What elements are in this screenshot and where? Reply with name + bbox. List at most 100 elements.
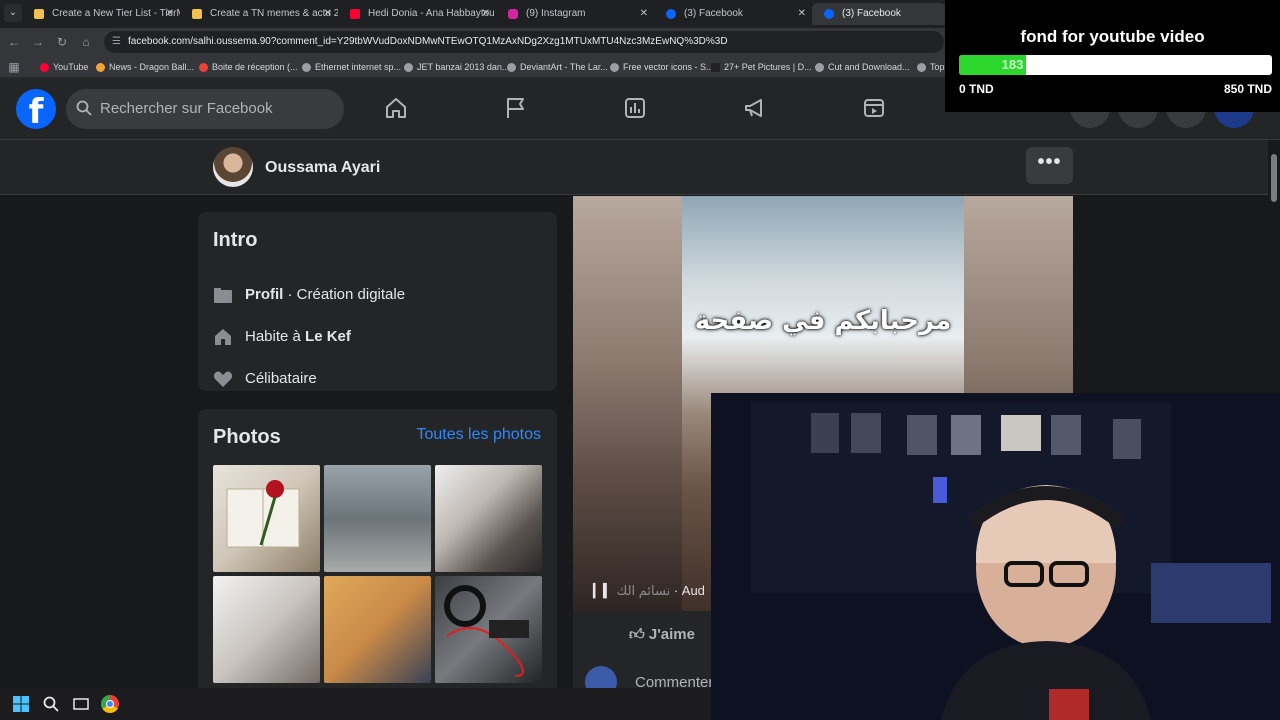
- bookmark-label: DeviantArt - The Lar...: [520, 62, 608, 72]
- photo-thumb-car-interior[interactable]: [435, 576, 542, 683]
- megaphone-icon[interactable]: [743, 96, 767, 120]
- globe-icon: [507, 63, 516, 72]
- close-tab-icon[interactable]: ✕: [798, 3, 806, 25]
- tab-title: Hedi Donia - Ana Habbaytou |: [368, 8, 496, 19]
- search-icon: [76, 100, 94, 118]
- apps-grid-icon[interactable]: ▦: [6, 59, 22, 75]
- photo-thumb-quran-rose[interactable]: [213, 465, 320, 572]
- intro-row-relationship: Célibataire: [213, 367, 317, 391]
- bookmark-label: Top: [930, 62, 945, 72]
- facebook-search-input[interactable]: Rechercher sur Facebook: [66, 89, 344, 129]
- task-view-icon[interactable]: [73, 696, 89, 712]
- back-arrow-icon[interactable]: ←: [6, 34, 22, 50]
- browser-tab[interactable]: (9) Instagram ✕: [496, 3, 654, 25]
- audio-label[interactable]: ▎▍ نسائم الك · Aud: [593, 583, 705, 599]
- tab-title: (9) Instagram: [526, 8, 586, 19]
- audio-title-faded: نسائم الك: [616, 583, 671, 598]
- intro-row-location: Habite à Le Kef: [213, 325, 351, 349]
- photo-thumb-hand[interactable]: [435, 465, 542, 572]
- bookmark-label: Free vector icons - S...: [623, 62, 714, 72]
- video-icon[interactable]: [862, 96, 886, 120]
- goal-current-value: 183: [1001, 57, 1024, 72]
- browser-tab[interactable]: Create a New Tier List - TierMa ✕: [22, 3, 180, 25]
- close-tab-icon[interactable]: ✕: [166, 3, 174, 25]
- bookmark-label: Ethernet internet sp...: [315, 62, 402, 72]
- close-tab-icon[interactable]: ✕: [482, 3, 490, 25]
- chrome-icon[interactable]: [101, 695, 119, 713]
- youtube-icon: [40, 63, 49, 72]
- windows-start-icon[interactable]: [13, 696, 29, 712]
- instagram-favicon-icon: [508, 9, 518, 19]
- home-icon[interactable]: [384, 96, 408, 120]
- bookmark-item[interactable]: Top: [917, 59, 945, 75]
- audio-wave-icon: ▎▍: [593, 583, 613, 598]
- heart-icon: [213, 369, 233, 389]
- bookmark-item[interactable]: 27+ Pet Pictures | D...: [711, 59, 812, 75]
- tab-title: Create a New Tier List - TierMa: [52, 8, 180, 19]
- tierlist-favicon-icon: [34, 9, 44, 19]
- close-tab-icon[interactable]: ✕: [324, 3, 332, 25]
- goal-max-label: 850 TND: [1223, 82, 1272, 96]
- forward-arrow-icon[interactable]: →: [30, 34, 46, 50]
- browser-tab[interactable]: Create a TN memes & actu 202 ✕: [180, 3, 338, 25]
- tab-title: (3) Facebook: [684, 8, 743, 19]
- browser-tab[interactable]: Hedi Donia - Ana Habbaytou | ✕: [338, 3, 496, 25]
- intro-title: Intro: [213, 229, 258, 251]
- profile-name[interactable]: Oussama Ayari: [265, 140, 380, 195]
- globe-icon: [610, 63, 619, 72]
- photo-thumb-blur[interactable]: [213, 576, 320, 683]
- address-bar[interactable]: ☰ facebook.com/salhi.oussema.90?comment_…: [104, 31, 944, 53]
- bookmark-label: Cut and Download...: [828, 62, 910, 72]
- more-options-button[interactable]: •••: [1026, 147, 1073, 184]
- screen: ⌄ Create a New Tier List - TierMa ✕ Crea…: [0, 0, 1280, 720]
- flag-icon[interactable]: [504, 96, 528, 120]
- globe-icon: [302, 63, 311, 72]
- thumbs-up-icon: 👍︎: [629, 626, 645, 643]
- donation-goal-overlay: fond for youtube video 183 0 TND 850 TND: [945, 0, 1280, 112]
- tab-search-chevron-icon[interactable]: ⌄: [4, 4, 22, 22]
- all-photos-link[interactable]: Toutes les photos: [416, 426, 541, 444]
- photo-thumb-car[interactable]: [324, 465, 431, 572]
- profile-avatar[interactable]: [213, 147, 253, 187]
- scrollbar-thumb[interactable]: [1271, 154, 1277, 202]
- windows-taskbar: [0, 688, 711, 720]
- search-placeholder: Rechercher sur Facebook: [100, 100, 273, 117]
- bookmark-item[interactable]: Free vector icons - S...: [610, 59, 714, 75]
- like-label: J'aime: [648, 626, 695, 643]
- tab-title: Create a TN memes & actu 202: [210, 8, 338, 19]
- chart-icon[interactable]: [623, 96, 647, 120]
- bookmark-item[interactable]: DeviantArt - The Lar...: [507, 59, 608, 75]
- like-button[interactable]: 👍︎ J'aime: [629, 626, 695, 644]
- intro-location-city[interactable]: Le Kef: [305, 328, 351, 345]
- bookmark-label: 27+ Pet Pictures | D...: [724, 62, 812, 72]
- pet-icon: [711, 63, 720, 72]
- search-icon[interactable]: [43, 696, 59, 712]
- bookmark-label: Boite de réception (...: [212, 62, 298, 72]
- bookmark-item[interactable]: YouTube: [40, 59, 88, 75]
- close-tab-icon[interactable]: ✕: [640, 3, 648, 25]
- bookmark-item[interactable]: JET banzai 2013 dan...: [404, 59, 509, 75]
- reload-icon[interactable]: ↻: [54, 34, 70, 50]
- goal-title: fond for youtube video: [1020, 27, 1205, 46]
- browser-tab-active[interactable]: (3) Facebook: [812, 3, 946, 25]
- site-info-icon[interactable]: ☰: [112, 36, 123, 47]
- facebook-logo[interactable]: f: [16, 89, 56, 129]
- intro-row-profile: Profil · Création digitale: [213, 283, 405, 307]
- browser-tab[interactable]: (3) Facebook ✕: [654, 3, 812, 25]
- globe-icon: [917, 63, 926, 72]
- intro-profile-category: · Création digitale: [283, 286, 406, 303]
- photo-thumb-arm[interactable]: [324, 576, 431, 683]
- chrome-icon-center: [106, 700, 114, 708]
- goal-progress-fill: 183: [959, 55, 1027, 75]
- home-icon[interactable]: ⌂: [78, 34, 94, 50]
- gmail-icon: [199, 63, 208, 72]
- bookmark-item[interactable]: Boite de réception (...: [199, 59, 298, 75]
- bookmark-item[interactable]: Cut and Download...: [815, 59, 910, 75]
- profile-sticky-bar: Oussama Ayari •••: [0, 140, 1268, 195]
- bookmark-item[interactable]: News - Dragon Ball...: [96, 59, 194, 75]
- intro-relationship: Célibataire: [245, 370, 317, 387]
- url-text: facebook.com/salhi.oussema.90?comment_id…: [128, 36, 728, 47]
- bookmark-item[interactable]: Ethernet internet sp...: [302, 59, 401, 75]
- bookmark-label: JET banzai 2013 dan...: [417, 62, 510, 72]
- globe-icon: [404, 63, 413, 72]
